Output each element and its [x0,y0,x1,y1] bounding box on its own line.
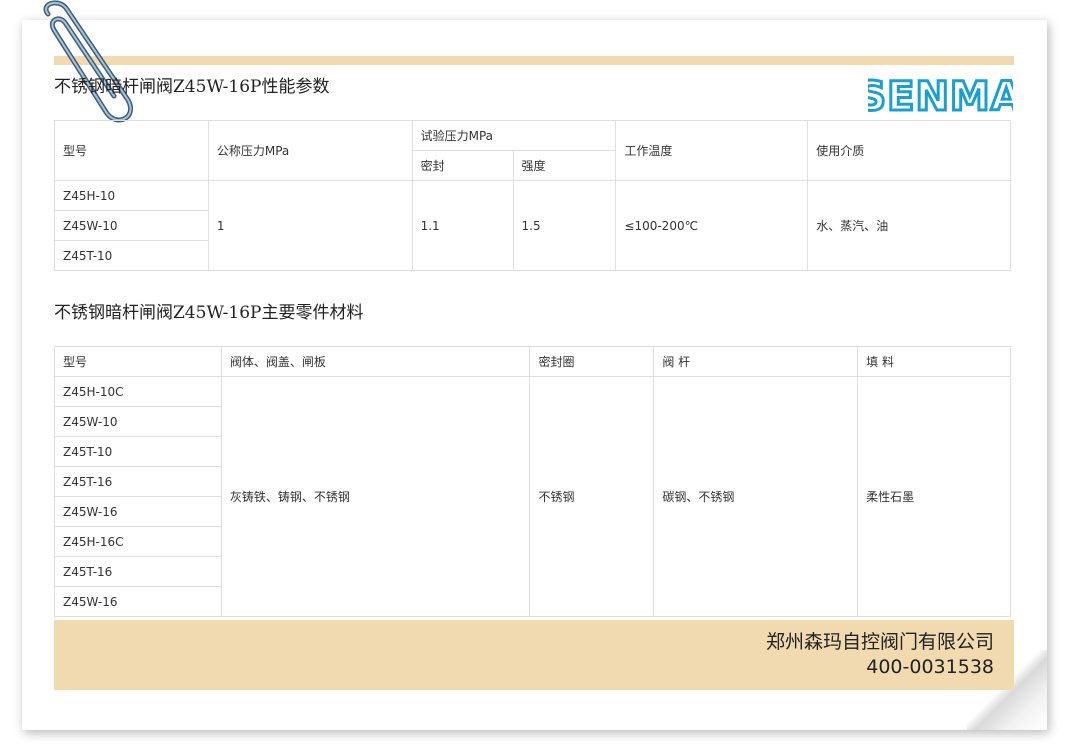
materials-table: 型号 阀体、阀盖、闸板 密封圈 阀 杆 填 料 Z45H-10C 灰铸铁、铸钢、… [54,346,1011,617]
header-packing: 填 料 [857,346,1011,377]
header-model: 型号 [54,120,209,181]
header-test-pressure: 试验压力MPa [411,120,617,151]
company-info: 郑州森玛自控阀门有限公司 400-0031538 [766,630,994,680]
company-phone: 400-0031538 [866,656,994,678]
header-body: 阀体、阀盖、闸板 [220,346,531,377]
seal-value: 1.1 [411,180,514,271]
header-model: 型号 [54,346,222,377]
model-cell: Z45T-10 [54,436,222,467]
model-cell: Z45H-10C [54,376,222,407]
header-nominal-pressure: 公称压力MPa [207,120,413,181]
medium-value: 水、蒸汽、油 [807,180,1011,271]
model-cell: Z45T-16 [54,466,222,497]
model-cell: Z45W-10 [54,210,209,241]
senma-logo: SENMA [868,74,1013,116]
company-name: 郑州森玛自控阀门有限公司 [765,631,994,653]
packing-value: 柔性石墨 [857,376,1011,617]
header-medium: 使用介质 [807,120,1011,181]
header-stem: 阀 杆 [653,346,859,377]
header-seal-ring: 密封圈 [529,346,655,377]
materials-title: 不锈钢暗杆闸阀Z45W-16P主要零件材料 [54,303,364,323]
strength-value: 1.5 [512,180,617,271]
model-cell: Z45W-16 [54,586,222,617]
model-cell: Z45T-10 [54,240,209,271]
svg-text:SENMA: SENMA [868,74,1013,116]
header-work-temp: 工作温度 [615,120,809,181]
performance-table: 型号 公称压力MPa 试验压力MPa 工作温度 使用介质 密封 强度 Z45H-… [54,120,1011,271]
top-band [54,56,1014,65]
model-cell: Z45H-16C [54,526,222,557]
performance-title: 不锈钢暗杆闸阀Z45W-16P性能参数 [54,77,330,97]
model-cell: Z45W-10 [54,406,222,437]
stem-value: 碳钢、不锈钢 [653,376,859,617]
model-cell: Z45H-10 [54,180,209,211]
nominal-pressure-value: 1 [207,180,413,271]
header-seal: 密封 [411,150,514,181]
seal-ring-value: 不锈钢 [529,376,655,617]
body-material-value: 灰铸铁、铸钢、不锈钢 [220,376,531,617]
work-temp-value: ≤100-200℃ [615,180,809,271]
header-strength: 强度 [512,150,617,181]
paperclip-icon [43,0,133,123]
model-cell: Z45T-16 [54,556,222,587]
model-cell: Z45W-16 [54,496,222,527]
footer-band: 郑州森玛自控阀门有限公司 400-0031538 [54,620,1014,690]
